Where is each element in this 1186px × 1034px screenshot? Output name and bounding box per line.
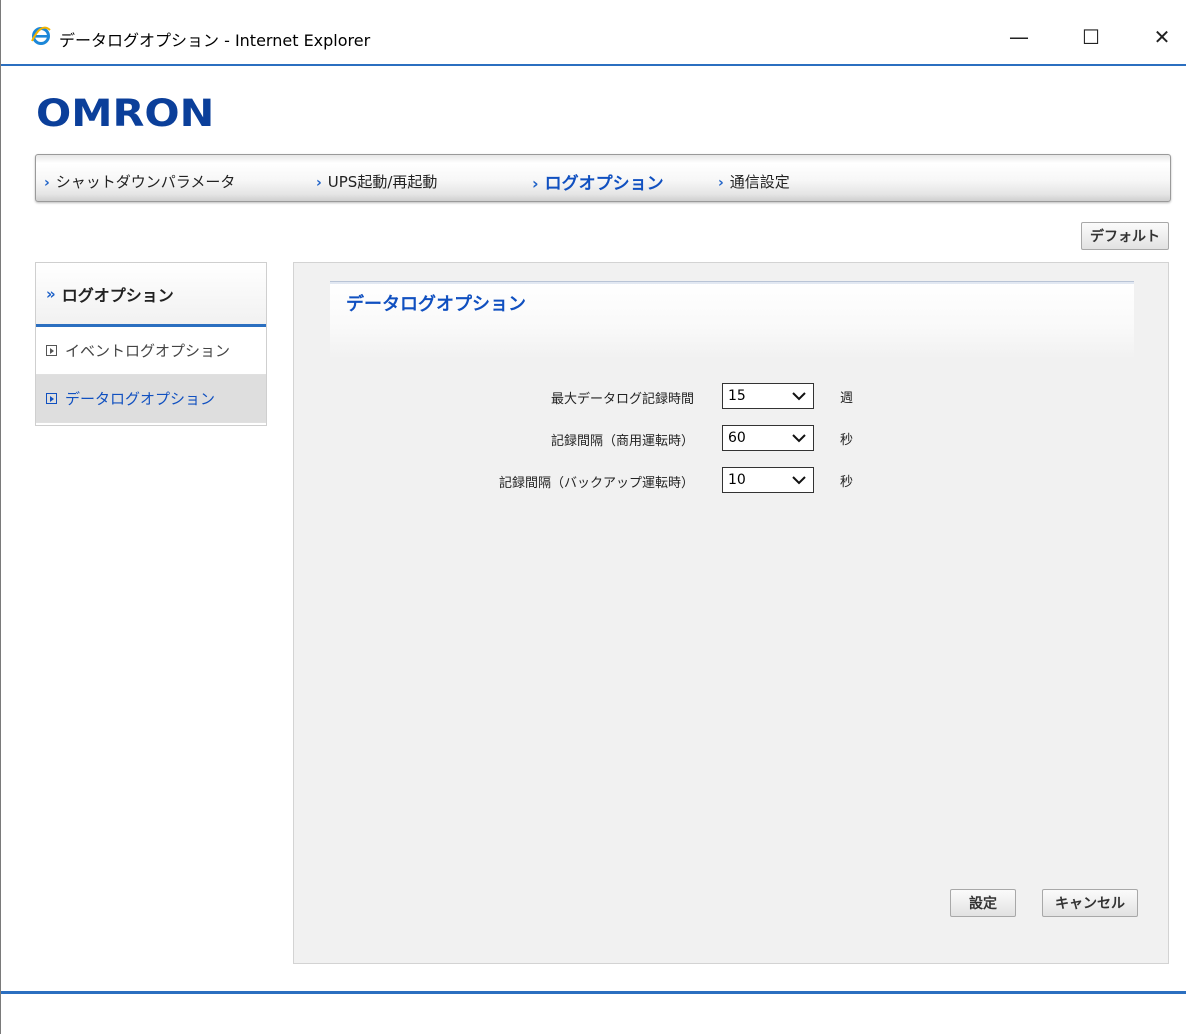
panel-header: データログオプション xyxy=(330,281,1134,359)
chevron-right-icon: › xyxy=(532,174,539,193)
omron-logo: OMRON xyxy=(36,92,215,135)
nav-item-ups-start-restart[interactable]: › UPS起動/再起動 xyxy=(316,171,437,192)
title-divider xyxy=(1,64,1186,66)
chevron-down-icon xyxy=(791,428,807,452)
maximize-icon: ☐ xyxy=(1082,25,1100,49)
nav-item-log-options[interactable]: › ログオプション xyxy=(532,169,664,194)
window-title: データログオプション - Internet Explorer xyxy=(59,31,371,50)
bullet-arrow-icon xyxy=(46,345,57,356)
chevron-down-icon xyxy=(791,470,807,494)
title-bar: データログオプション - Internet Explorer — ☐ ✕ xyxy=(1,0,1186,66)
minimize-button[interactable]: — xyxy=(996,20,1042,54)
field-label: 記録間隔（バックアップ運転時） xyxy=(498,476,694,491)
sidebar-heading: » ログオプション xyxy=(36,263,266,327)
internet-explorer-icon xyxy=(31,26,51,46)
default-button[interactable]: デフォルト xyxy=(1081,222,1169,250)
field-row-interval-normal: 記録間隔（商用運転時） xyxy=(294,425,694,451)
close-icon: ✕ xyxy=(1153,25,1171,49)
save-button[interactable]: 設定 xyxy=(950,889,1016,917)
field-label: 最大データログ記録時間 xyxy=(550,392,694,407)
interval-backup-select[interactable]: 10 xyxy=(722,467,814,493)
bullet-arrow-icon xyxy=(46,393,57,404)
unit-label: 秒 xyxy=(840,433,854,448)
top-navigation: › シャットダウンパラメータ › UPS起動/再起動 › ログオプション › 通信設定 xyxy=(35,154,1171,202)
nav-item-communication-settings[interactable]: › 通信設定 xyxy=(718,171,790,192)
chevron-right-icon: › xyxy=(316,175,322,191)
sidebar-item-event-log-options[interactable]: イベントログオプション xyxy=(36,327,266,375)
sidebar: » ログオプション イベントログオプション データログオプション xyxy=(35,262,267,426)
field-row-max-duration: 最大データログ記録時間 xyxy=(294,383,694,409)
page-title: データログオプション xyxy=(346,294,526,315)
maximize-button[interactable]: ☐ xyxy=(1068,20,1114,54)
status-divider xyxy=(1,991,1186,994)
chevron-down-icon xyxy=(791,386,807,410)
chevron-right-icon: › xyxy=(44,175,50,191)
unit-label: 週 xyxy=(840,391,854,406)
field-label: 記録間隔（商用運転時） xyxy=(550,434,694,449)
unit-label: 秒 xyxy=(840,475,854,490)
field-row-interval-backup: 記録間隔（バックアップ運転時） xyxy=(294,467,694,493)
minimize-icon: — xyxy=(1009,25,1029,49)
cancel-button[interactable]: キャンセル xyxy=(1042,889,1138,917)
double-chevron-icon: » xyxy=(46,284,56,303)
nav-item-shutdown-parameters[interactable]: › シャットダウンパラメータ xyxy=(44,171,235,192)
browser-window: データログオプション - Internet Explorer — ☐ ✕ OMR… xyxy=(0,0,1186,1034)
interval-normal-select[interactable]: 60 xyxy=(722,425,814,451)
chevron-right-icon: › xyxy=(718,175,724,191)
max-duration-select[interactable]: 15 xyxy=(722,383,814,409)
close-button[interactable]: ✕ xyxy=(1139,20,1185,54)
content-panel: データログオプション 最大データログ記録時間 15 週 記録間隔（商用運転時） … xyxy=(293,262,1169,964)
sidebar-item-data-log-options[interactable]: データログオプション xyxy=(36,375,266,423)
